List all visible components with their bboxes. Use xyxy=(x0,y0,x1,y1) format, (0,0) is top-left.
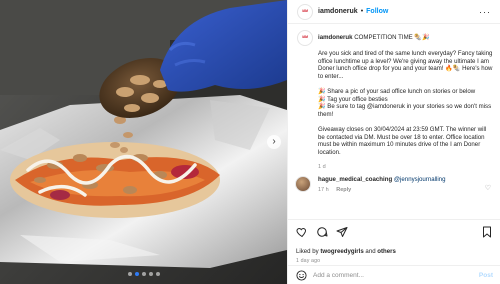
next-image-button[interactable]: › xyxy=(267,135,281,149)
avatar[interactable]: ᴵᴬᴹ xyxy=(297,3,313,20)
header-username[interactable]: iamdoneruk xyxy=(318,8,358,15)
liked-by: Liked by twogreedygirls and others xyxy=(296,248,493,255)
post-date: 1 day ago xyxy=(296,258,321,264)
header-separator: • xyxy=(360,8,364,15)
emoji-icon[interactable] xyxy=(296,269,307,281)
post-comment-button[interactable]: Post xyxy=(479,272,493,279)
liked-by-user[interactable]: twogreedygirls xyxy=(320,248,363,255)
liked-by-others[interactable]: others xyxy=(377,248,396,255)
caption-step: 🎉 Be sure to tag @iamdoneruk in your sto… xyxy=(318,103,492,118)
brand-logo: ᴵᴬᴹ xyxy=(302,8,308,15)
carousel-dot xyxy=(148,272,153,276)
caption-terms: Giveaway closes on 30/04/2024 at 23:59 G… xyxy=(318,125,487,156)
caption-step: 🎉 Share a pic of your sad office lunch o… xyxy=(318,87,476,95)
chevron-right-icon: › xyxy=(272,136,276,147)
carousel-dot xyxy=(141,272,146,276)
comment-item: hague_medical_coaching @jennysjournallin… xyxy=(295,176,495,193)
caption-intro: Are you sick and tired of the same lunch… xyxy=(318,50,493,80)
caption-avatar[interactable]: ᴵᴬᴹ xyxy=(297,30,313,46)
post-side-panel: ᴵᴬᴹ iamdoneruk • Follow ··· ᴵᴬᴹ iamdoner… xyxy=(287,0,500,284)
comment-username[interactable]: hague_medical_coaching xyxy=(318,176,392,183)
comment-time: 17 h xyxy=(318,186,329,193)
bookmark-icon[interactable] xyxy=(481,226,493,238)
caption-time: 1 d xyxy=(318,163,326,170)
post-actions: Liked by twogreedygirls and others 1 day… xyxy=(288,219,500,264)
carousel-dot xyxy=(127,272,132,276)
carousel-dot-active xyxy=(134,272,139,276)
carousel-dots xyxy=(0,272,287,276)
comment-input[interactable] xyxy=(313,271,453,279)
post-caption: ᴵᴬᴹ iamdoneruk COMPETITION TIME 🌯🎉 Are y… xyxy=(297,30,493,170)
comment-icon[interactable] xyxy=(316,226,328,238)
follow-button[interactable]: Follow xyxy=(366,8,388,15)
like-icon[interactable] xyxy=(296,226,308,238)
carousel-dot xyxy=(155,272,160,276)
liked-by-and: and xyxy=(363,248,378,255)
reply-button[interactable]: Reply xyxy=(336,187,351,193)
share-icon[interactable] xyxy=(336,226,348,238)
liked-by-prefix: Liked by xyxy=(296,248,321,255)
comment-like-icon[interactable]: ♡ xyxy=(485,184,491,192)
photo-image xyxy=(0,0,287,284)
brand-logo: ᴵᴬᴹ xyxy=(302,35,308,41)
post-header: ᴵᴬᴹ iamdoneruk • Follow ··· xyxy=(288,0,500,24)
caption-username[interactable]: iamdoneruk xyxy=(318,34,353,41)
comment-mention[interactable]: @jennysjournalling xyxy=(394,176,446,183)
add-comment-bar: Post xyxy=(288,265,500,284)
commenter-avatar[interactable] xyxy=(295,176,311,192)
post-photo[interactable]: › xyxy=(0,0,287,284)
caption-title: COMPETITION TIME 🌯🎉 xyxy=(354,34,430,42)
more-options-icon[interactable]: ··· xyxy=(479,7,491,17)
